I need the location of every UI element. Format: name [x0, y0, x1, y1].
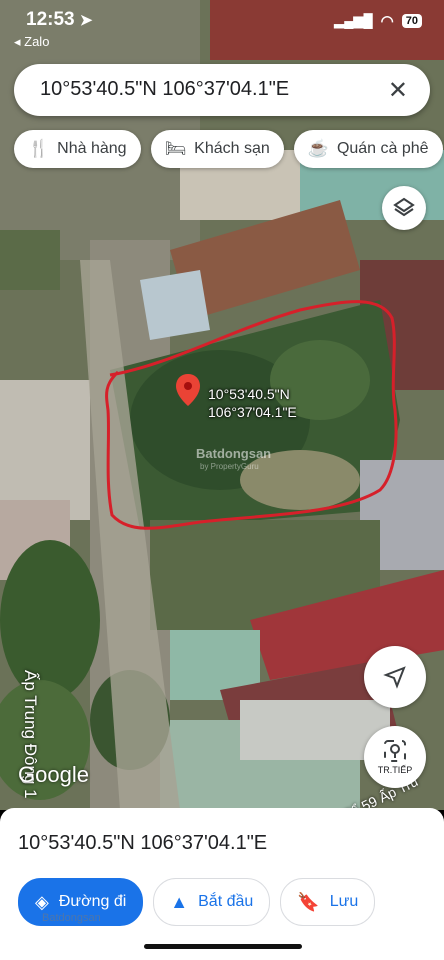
- chip-restaurants[interactable]: 🍴 Nhà hàng: [14, 130, 141, 168]
- streetview-icon: [384, 740, 406, 762]
- status-bar: 12:53 ➤ ◂ Zalo ▂▄▆█ ◠ 70: [0, 0, 444, 52]
- save-label: Lưu: [329, 893, 359, 910]
- back-to-app-link[interactable]: ◂ Zalo: [14, 34, 49, 50]
- clock: 12:53: [26, 9, 75, 30]
- layers-button[interactable]: [382, 186, 426, 230]
- chip-label: Khách sạn: [194, 140, 270, 157]
- home-indicator[interactable]: [144, 944, 302, 949]
- status-icons: ▂▄▆█ ◠ 70: [334, 12, 422, 30]
- streetview-label: TR.TIẾP: [377, 765, 413, 775]
- navigation-arrow-icon: [383, 666, 406, 689]
- location-arrow-icon: ➤: [79, 12, 93, 29]
- directions-icon: ◈: [35, 891, 49, 912]
- place-title: 10°53'40.5"N 106°37'04.1"E: [18, 832, 268, 854]
- chip-hotels[interactable]: 🛏 Khách sạn: [150, 130, 284, 168]
- layers-icon: [393, 197, 415, 217]
- watermark: Batdongsan: [42, 912, 101, 924]
- signal-icon: ▂▄▆█: [334, 13, 373, 28]
- save-button[interactable]: 🔖 Lưu: [280, 878, 376, 926]
- coffee-icon: ☕: [307, 139, 329, 158]
- chip-label: Nhà hàng: [57, 140, 127, 157]
- battery-icon: 70: [401, 14, 422, 28]
- search-bar[interactable]: 10°53'40.5"N 106°37'04.1"E ✕: [14, 64, 430, 116]
- category-chips: 🍴 Nhà hàng 🛏 Khách sạn ☕ Quán cà phê: [14, 130, 443, 168]
- pin-label: 10°53'40.5"N 106°37'04.1"E: [208, 385, 297, 421]
- google-logo: Google: [18, 762, 89, 787]
- place-bottom-sheet[interactable]: 10°53'40.5"N 106°37'04.1"E ◈ Đường đi ▲ …: [0, 808, 444, 960]
- bookmark-icon: 🔖: [297, 891, 320, 912]
- status-time: 12:53 ➤: [26, 9, 92, 31]
- directions-label: Đường đi: [58, 893, 127, 910]
- close-icon[interactable]: ✕: [388, 76, 408, 105]
- streetview-button[interactable]: TR.TIẾP: [364, 726, 426, 788]
- chip-coffee[interactable]: ☕ Quán cà phê: [293, 130, 443, 168]
- search-input[interactable]: 10°53'40.5"N 106°37'04.1"E: [40, 78, 289, 101]
- start-button[interactable]: ▲ Bắt đầu: [153, 878, 271, 926]
- start-label: Bắt đầu: [198, 893, 254, 910]
- bed-icon: 🛏: [164, 139, 187, 158]
- pin-label-lat: 10°53'40.5"N: [208, 386, 290, 402]
- navigate-arrow-icon: ▲: [170, 891, 189, 912]
- watermark-sub: by PropertyGuru: [200, 462, 259, 471]
- chip-label: Quán cà phê: [336, 140, 429, 157]
- fork-knife-icon: 🍴: [28, 139, 50, 158]
- pin-label-lng: 106°37'04.1"E: [208, 404, 297, 420]
- my-location-button[interactable]: [364, 646, 426, 708]
- wifi-icon: ◠: [380, 13, 394, 30]
- watermark: Batdongsan: [196, 446, 272, 461]
